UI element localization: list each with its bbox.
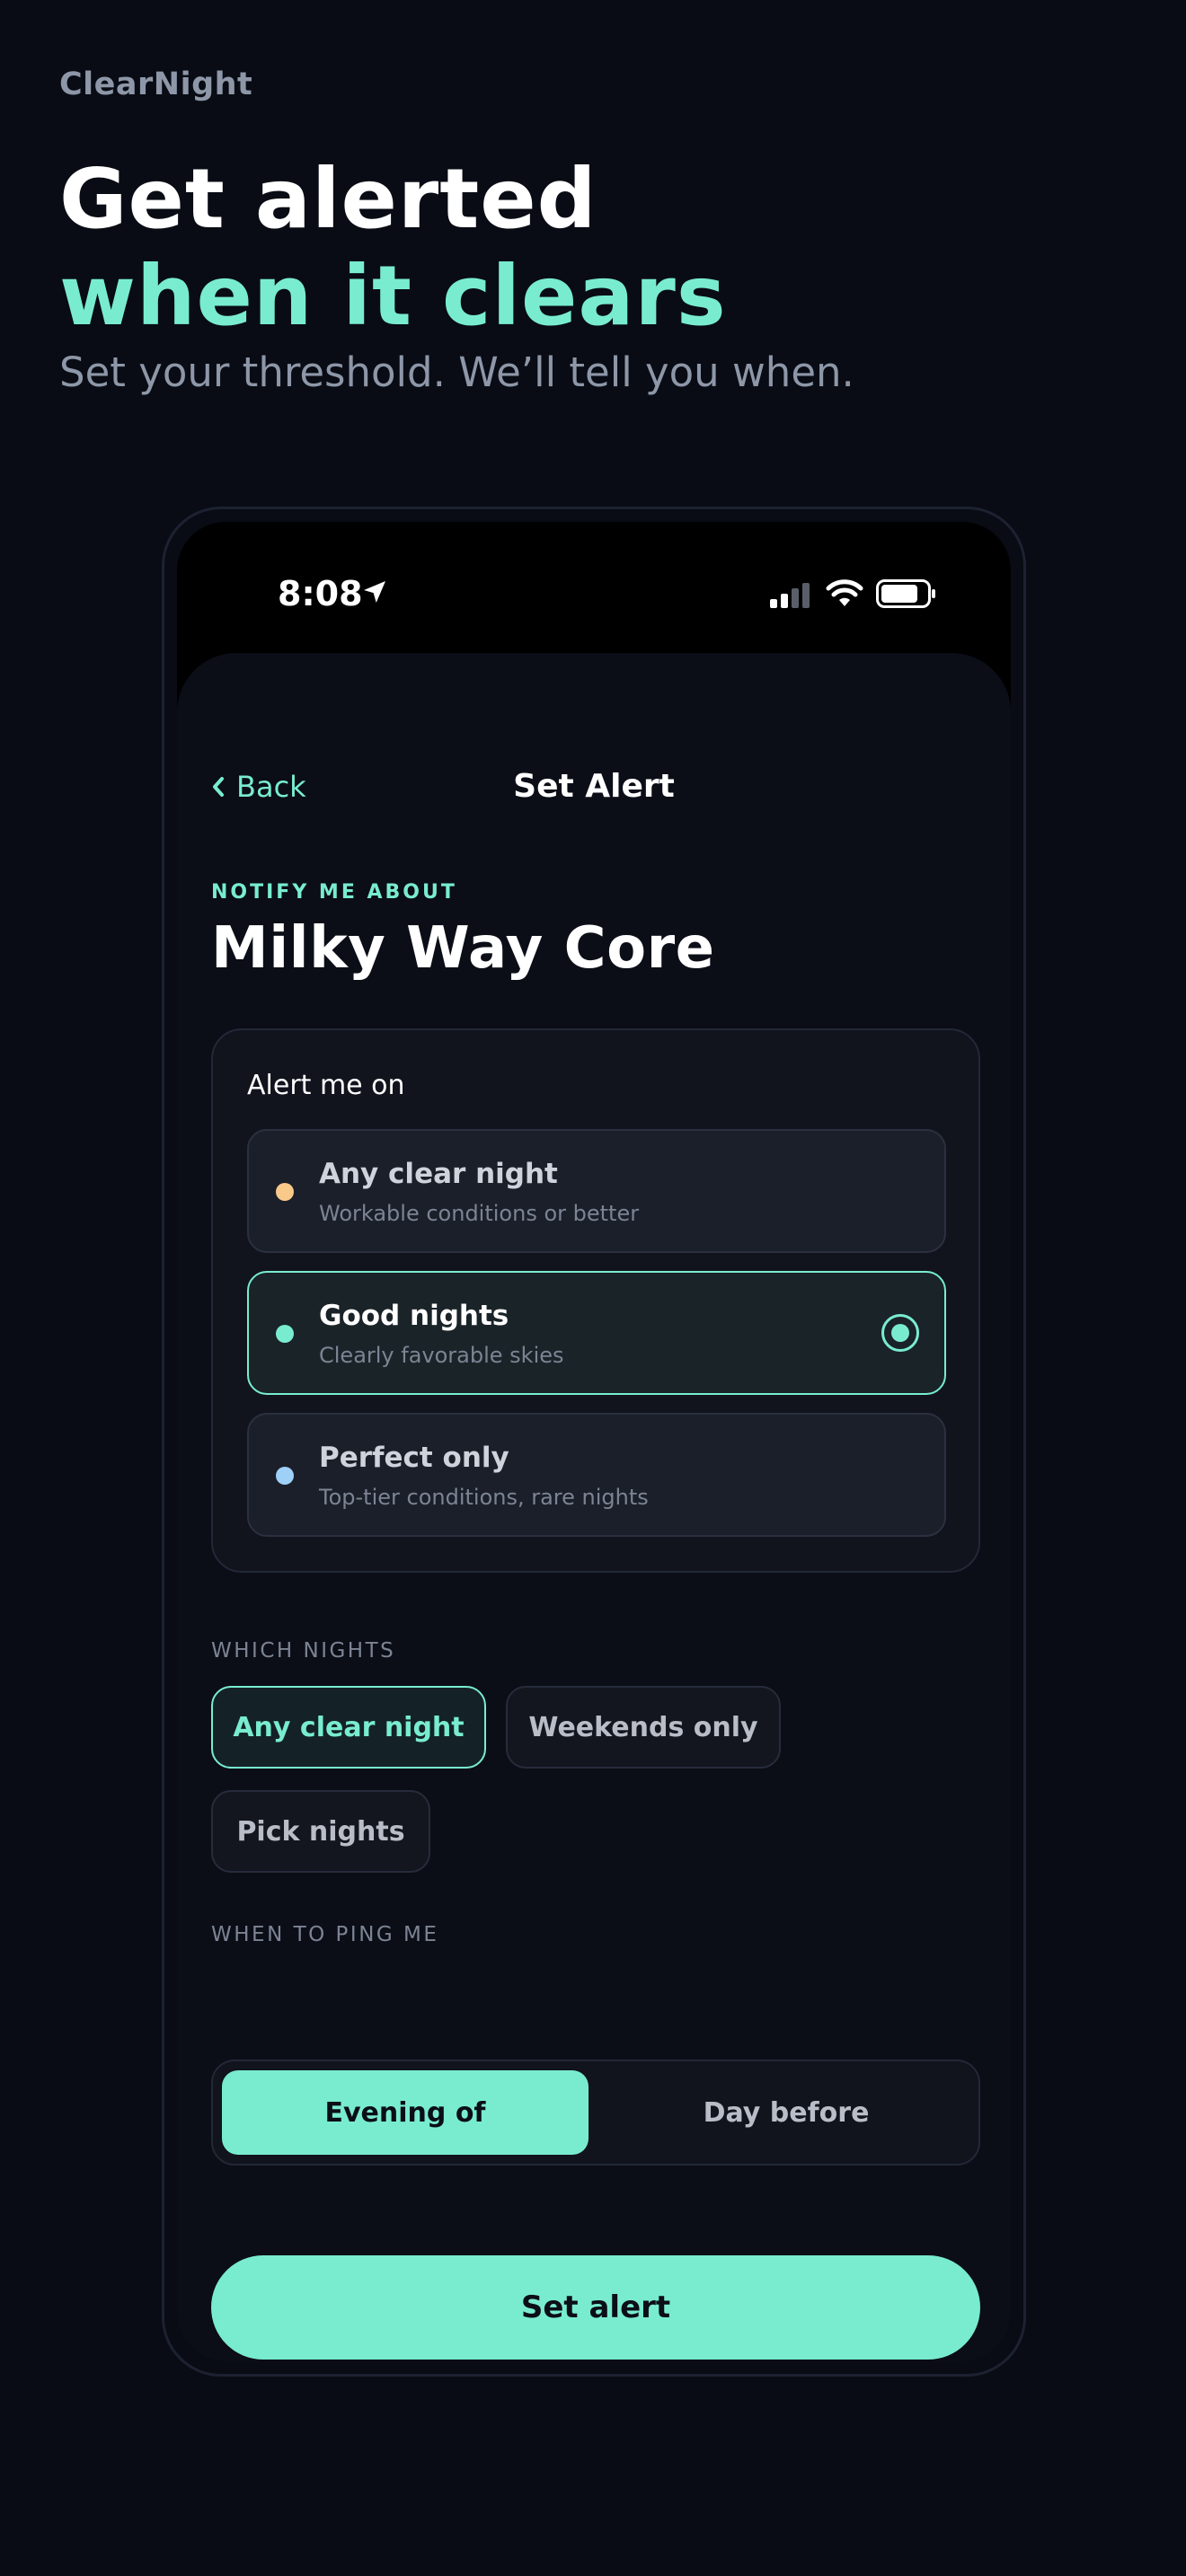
when-to-ping-label: WHEN TO PING ME xyxy=(211,1923,439,1946)
target-name: Milky Way Core xyxy=(211,915,715,982)
phone-frame: 8:08 Back Set Alert NOTIFY ME ABOUT Milk… xyxy=(162,507,1026,2377)
status-dot xyxy=(276,1325,294,1343)
option-subtitle: Workable conditions or better xyxy=(319,1201,640,1226)
battery-icon xyxy=(876,579,935,608)
segment-evening-of[interactable]: Evening of xyxy=(222,2070,589,2155)
segment-day-before[interactable]: Day before xyxy=(603,2070,969,2155)
alert-option-perfect-only[interactable]: Perfect only Top-tier conditions, rare n… xyxy=(247,1413,946,1537)
option-title: Any clear night xyxy=(319,1158,558,1190)
option-subtitle: Clearly favorable skies xyxy=(319,1343,564,1368)
chip-weekends-only[interactable]: Weekends only xyxy=(506,1686,781,1769)
chip-pick-nights[interactable]: Pick nights xyxy=(211,1790,430,1873)
set-alert-sheet: Back Set Alert NOTIFY ME ABOUT Milky Way… xyxy=(177,653,1011,2361)
brand-name: ClearNight xyxy=(59,66,253,102)
alert-card-title: Alert me on xyxy=(247,1070,405,1101)
headline-line-1: Get alerted xyxy=(59,151,597,247)
phone-screen: 8:08 Back Set Alert NOTIFY ME ABOUT Milk… xyxy=(177,522,1011,2361)
headline: Get alerted when it clears xyxy=(59,151,727,345)
alert-level-card: Alert me on Any clear night Workable con… xyxy=(211,1028,980,1573)
status-dot xyxy=(276,1467,294,1485)
option-subtitle: Top-tier conditions, rare nights xyxy=(319,1485,649,1510)
which-nights-label: WHICH NIGHTS xyxy=(211,1639,396,1663)
wifi-icon xyxy=(826,579,863,606)
radio-selected-icon xyxy=(881,1314,919,1352)
headline-line-2: when it clears xyxy=(59,248,727,344)
page-title: Set Alert xyxy=(513,768,675,805)
option-title: Perfect only xyxy=(319,1442,509,1474)
option-title: Good nights xyxy=(319,1300,509,1332)
status-bar: 8:08 xyxy=(177,522,1011,653)
chip-any-clear-night[interactable]: Any clear night xyxy=(211,1686,486,1769)
notify-eyebrow: NOTIFY ME ABOUT xyxy=(211,881,457,904)
cellular-signal-icon xyxy=(770,583,810,608)
set-alert-button[interactable]: Set alert xyxy=(211,2255,980,2360)
subheadline: Set your threshold. We’ll tell you when. xyxy=(59,348,854,396)
status-time: 8:08 xyxy=(278,574,363,613)
alert-option-any-clear-night[interactable]: Any clear night Workable conditions or b… xyxy=(247,1129,946,1253)
status-dot xyxy=(276,1183,294,1201)
ping-timing-segmented-control: Evening of Day before xyxy=(211,2060,980,2166)
alert-option-good-nights[interactable]: Good nights Clearly favorable skies xyxy=(247,1271,946,1395)
location-arrow-icon xyxy=(364,581,385,603)
